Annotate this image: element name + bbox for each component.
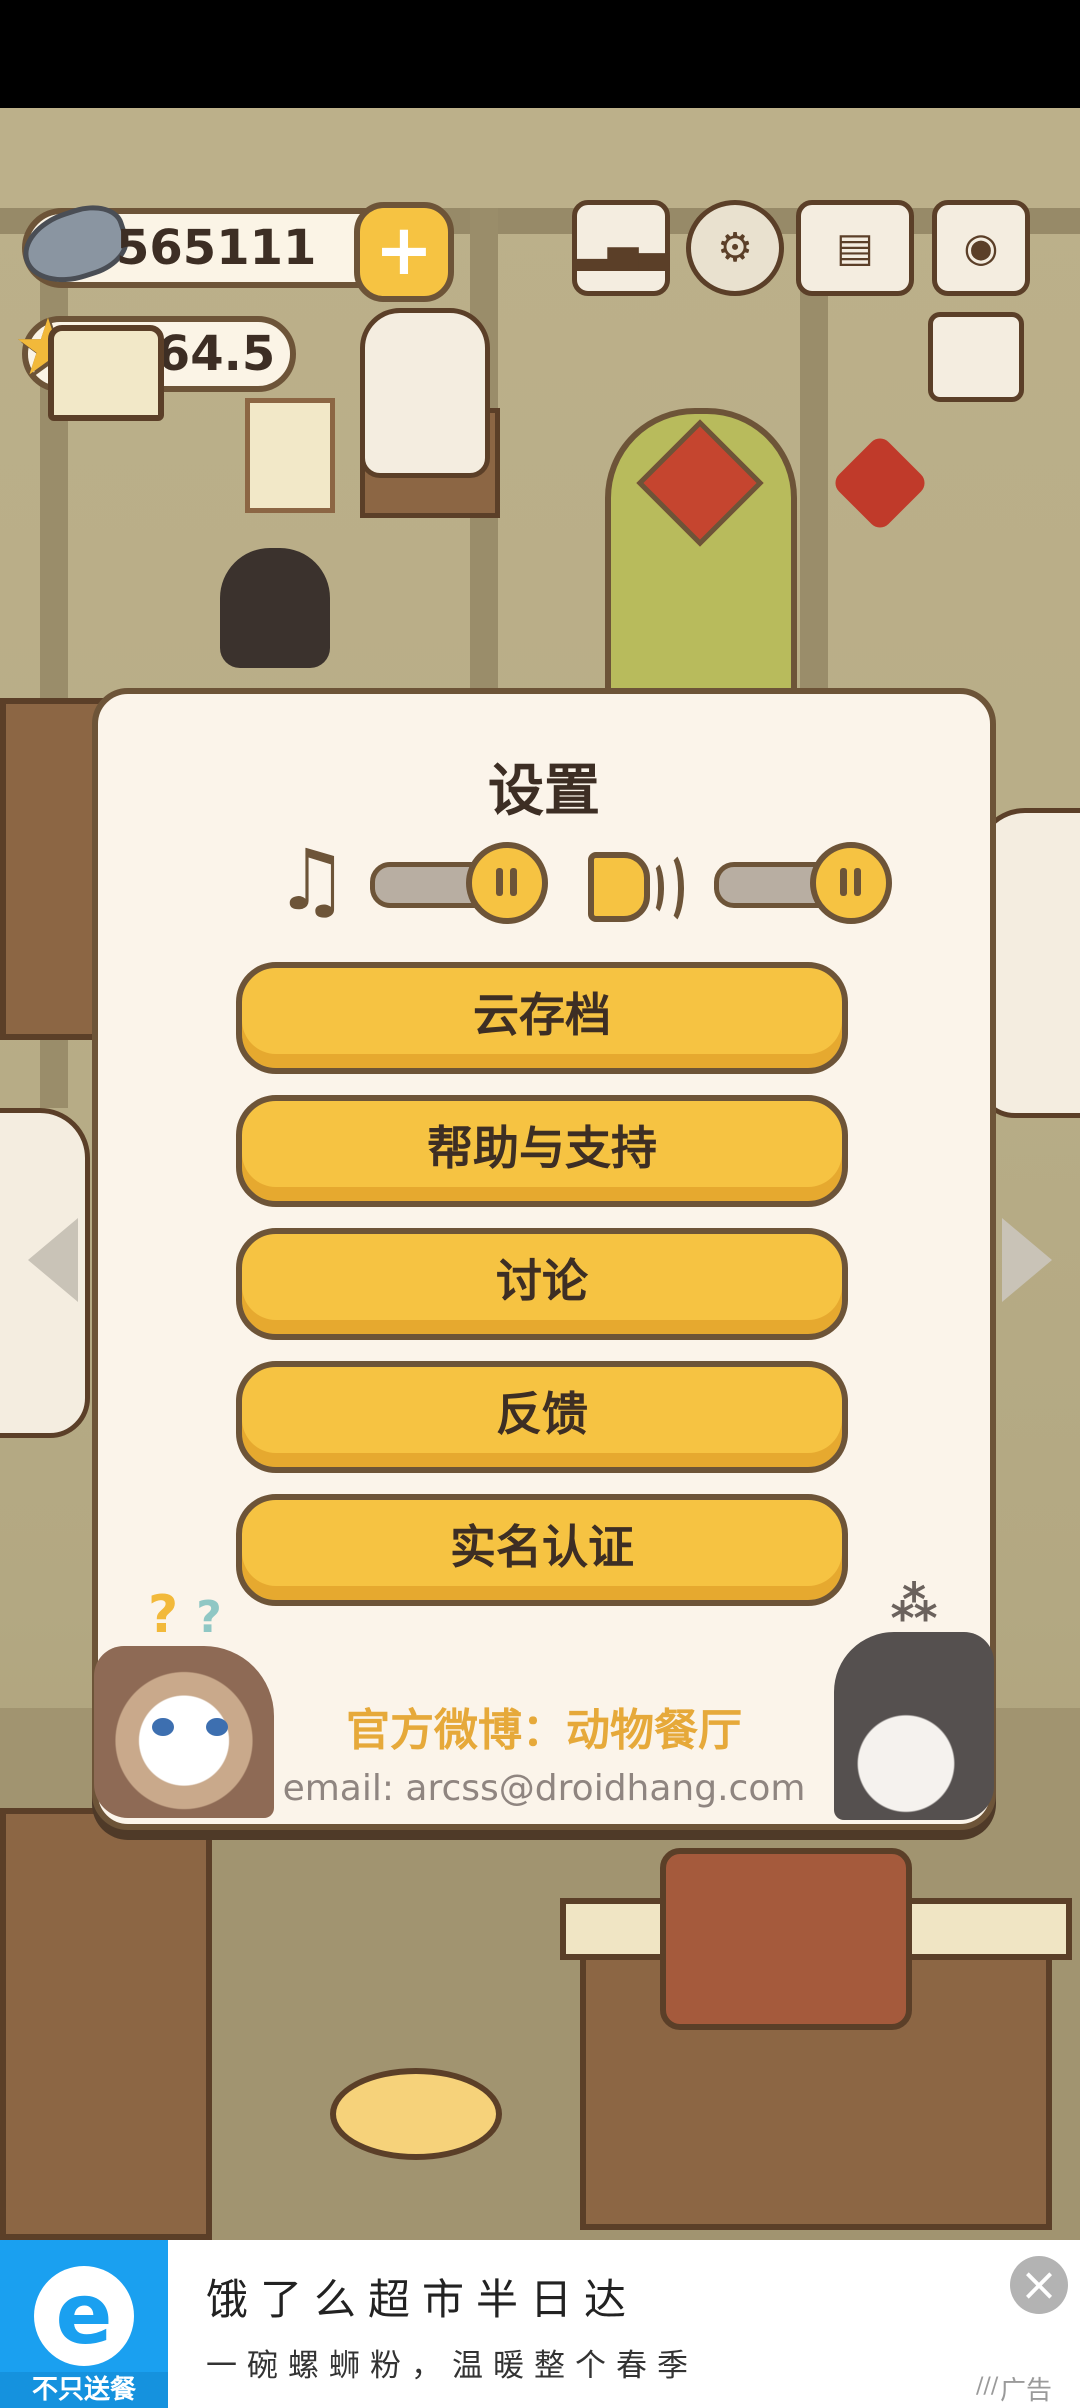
contact-email[interactable]: email: arcss@droidhang.com bbox=[98, 1768, 990, 1809]
ad-logo[interactable]: e 不只送餐 bbox=[0, 2240, 168, 2408]
card-icon[interactable] bbox=[928, 312, 1024, 402]
feedback-button[interactable]: 反馈 bbox=[236, 1361, 848, 1473]
ad-banner[interactable]: e 不只送餐 饿了么超市半日达 一碗螺蛳粉，温暖整个春季 × /// 广告 bbox=[0, 2240, 1080, 2408]
fish-count: 565111 bbox=[116, 220, 317, 276]
eleme-logo-icon: e bbox=[34, 2266, 134, 2366]
toggle-knob[interactable] bbox=[810, 842, 892, 924]
speaker-icon bbox=[588, 844, 708, 926]
dialog-title: 设置 bbox=[488, 759, 600, 824]
shop-icon[interactable] bbox=[48, 325, 164, 421]
ad-label: 广告 bbox=[1000, 2376, 1053, 2406]
sound-toggle[interactable] bbox=[714, 842, 892, 924]
menu-board bbox=[245, 398, 335, 513]
gear-icon[interactable]: ⚙ bbox=[686, 200, 784, 296]
real-name-auth-button[interactable]: 实名认证 bbox=[236, 1494, 848, 1606]
cat-food-bowl[interactable] bbox=[330, 2068, 502, 2160]
ad-subtitle[interactable]: 一碗螺蛳粉，温暖整个春季 bbox=[206, 2340, 698, 2385]
add-currency-button[interactable]: + bbox=[354, 202, 454, 302]
waiter-cat[interactable] bbox=[220, 548, 330, 668]
question-marks-decoration: ? ? bbox=[148, 1585, 222, 1645]
status-bar bbox=[0, 0, 1080, 108]
speaker-body bbox=[588, 852, 650, 922]
close-icon[interactable]: × bbox=[1010, 2256, 1068, 2314]
chinese-knot-decoration bbox=[830, 433, 930, 533]
ad-mark-icon: /// bbox=[976, 2374, 999, 2399]
camera-icon[interactable]: ◉ bbox=[932, 200, 1030, 296]
coffee-machine[interactable] bbox=[660, 1848, 912, 2030]
bottle-shelf[interactable] bbox=[0, 1808, 212, 2240]
discussion-button[interactable]: 讨论 bbox=[236, 1228, 848, 1340]
toggle-knob[interactable] bbox=[466, 842, 548, 924]
settings-dialog: 设置 ♫ 云存档 帮助与支持 讨论 反馈 实名认证 ? ? ⁂ 官方微博：动物餐… bbox=[92, 688, 996, 1830]
book-icon[interactable]: ▤ bbox=[796, 200, 914, 296]
ad-logo-text: 不只送餐 bbox=[0, 2372, 168, 2408]
anger-mark-decoration: ⁂ bbox=[890, 1577, 938, 1631]
chevron-right-icon[interactable] bbox=[1002, 1218, 1052, 1302]
ad-title[interactable]: 饿了么超市半日达 bbox=[206, 2266, 638, 2327]
music-note-icon: ♫ bbox=[274, 831, 350, 929]
official-weibo[interactable]: 官方微博：动物餐厅 bbox=[98, 1694, 990, 1758]
help-support-button[interactable]: 帮助与支持 bbox=[236, 1095, 848, 1207]
lucky-cat-mascot bbox=[360, 308, 490, 478]
chevron-left-icon[interactable] bbox=[28, 1218, 78, 1302]
sound-wave bbox=[654, 850, 684, 926]
music-toggle[interactable] bbox=[370, 842, 548, 924]
cloud-save-button[interactable]: 云存档 bbox=[236, 962, 848, 1074]
leaderboard-icon[interactable]: ▂▄▃ bbox=[572, 200, 670, 296]
